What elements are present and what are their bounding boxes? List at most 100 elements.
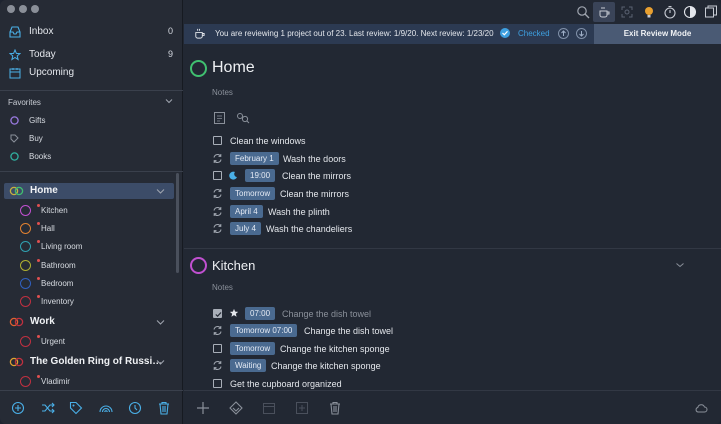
date-badge[interactable]: July 4	[230, 222, 261, 235]
sidebar-subproject-kitchen[interactable]: Kitchen	[0, 202, 175, 218]
task-checkbox[interactable]	[213, 136, 222, 145]
previous-project-icon[interactable]	[558, 28, 569, 39]
favorite-item-buy[interactable]: Buy	[0, 131, 175, 147]
exit-review-mode-button[interactable]: Exit Review Mode	[594, 24, 721, 44]
task-title: Wash the doors	[283, 154, 346, 164]
date-badge[interactable]: Tomorrow 07:00	[230, 324, 298, 337]
trash-icon[interactable]	[157, 401, 171, 415]
repeat-icon[interactable]	[212, 153, 223, 164]
window-mode-icon[interactable]	[704, 5, 718, 19]
sidebar-subproject-inventory[interactable]: Inventory	[0, 293, 175, 309]
task-checkbox[interactable]	[213, 379, 222, 388]
trash-icon[interactable]	[328, 401, 342, 415]
cloud-sync-icon[interactable]	[694, 401, 708, 415]
project-circle-icon	[20, 260, 31, 271]
favorite-item-books[interactable]: Books	[0, 149, 175, 165]
star-icon	[229, 308, 239, 318]
sidebar-project-home[interactable]: Home	[4, 183, 174, 199]
review-coffee-icon[interactable]	[597, 5, 611, 19]
task-checkbox[interactable]	[213, 171, 222, 180]
sidebar-subproject-vladimir[interactable]: Vladimir	[0, 373, 175, 389]
shuffle-icon[interactable]	[41, 401, 55, 415]
task-row[interactable]: July 4 Wash the chandeliers	[212, 221, 682, 237]
chevron-down-icon[interactable]	[675, 261, 685, 269]
project-title: Kitchen	[212, 258, 256, 273]
sidebar-subproject-urgent[interactable]: Urgent	[0, 333, 175, 349]
zoom-window-button[interactable]	[31, 5, 39, 13]
calendar-icon[interactable]	[262, 401, 276, 415]
project-notes[interactable]: Notes	[212, 283, 233, 292]
main-footer	[184, 390, 721, 424]
task-row[interactable]: Tomorrow Change the kitchen sponge	[212, 341, 682, 357]
search-icon[interactable]	[576, 5, 590, 19]
divider	[0, 90, 183, 91]
date-badge[interactable]: April 4	[230, 205, 263, 218]
repeat-icon[interactable]	[212, 188, 223, 199]
chevron-down-icon[interactable]	[156, 187, 165, 195]
sidebar-subproject-bedroom[interactable]: Bedroom	[0, 275, 175, 291]
sidebar-subproject-hall[interactable]: Hall	[0, 220, 175, 236]
repeat-icon[interactable]	[212, 325, 223, 336]
task-checkbox-checked[interactable]	[213, 309, 222, 318]
add-project-icon[interactable]	[11, 401, 25, 415]
flag-dot	[37, 259, 40, 262]
chevron-down-icon[interactable]	[156, 358, 165, 366]
stopwatch-icon[interactable]	[663, 5, 677, 19]
inbox-icon	[9, 26, 21, 38]
project-progress-icon[interactable]	[190, 60, 207, 77]
sidebar-item-upcoming[interactable]: Upcoming	[0, 64, 183, 82]
sidebar-project-golden-ring[interactable]: The Golden Ring of Russi…	[4, 354, 174, 370]
lightbulb-icon[interactable]	[642, 5, 656, 19]
time-badge[interactable]: 07:00	[245, 307, 276, 320]
task-checkbox[interactable]	[213, 344, 222, 353]
task-row[interactable]: Tomorrow 07:00 Change the dish towel	[212, 323, 682, 339]
status-badge[interactable]: Waiting	[230, 359, 267, 372]
chevron-down-icon[interactable]	[165, 97, 173, 105]
chevron-down-icon[interactable]	[156, 318, 165, 326]
flag-dot	[37, 375, 40, 378]
rainbow-icon[interactable]	[99, 401, 113, 415]
add-task-icon[interactable]	[196, 401, 210, 415]
date-badge[interactable]: Tomorrow	[230, 342, 276, 355]
task-row[interactable]: Clean the windows	[212, 133, 682, 149]
date-badge[interactable]: February 1	[230, 152, 279, 165]
project-progress-icon[interactable]	[190, 257, 207, 274]
stack-icon[interactable]	[229, 401, 243, 415]
task-row[interactable]: 07:00 Change the dish towel	[212, 306, 682, 322]
contrast-icon[interactable]	[683, 5, 697, 19]
sidebar-item-label: Today	[29, 49, 56, 60]
task-row[interactable]: Waiting Change the kitchen sponge	[212, 358, 682, 374]
note-icon[interactable]	[214, 112, 225, 124]
move-icon[interactable]	[295, 401, 309, 415]
link-search-icon[interactable]	[236, 112, 250, 124]
task-row[interactable]: 19:00 Clean the mirrors	[212, 168, 682, 184]
review-coffee-icon	[193, 27, 206, 40]
focus-icon[interactable]	[620, 5, 634, 19]
task-row[interactable]: April 4 Wash the plinth	[212, 204, 682, 220]
tag-icon[interactable]	[69, 401, 83, 415]
task-row[interactable]: Tomorrow Clean the mirrors	[212, 186, 682, 202]
time-badge[interactable]: 19:00	[245, 169, 276, 182]
sidebar-scrollbar[interactable]	[176, 173, 179, 273]
sidebar-subproject-bathroom[interactable]: Bathroom	[0, 257, 175, 273]
sidebar-item-inbox[interactable]: Inbox 0	[0, 23, 183, 41]
project-circle-icon	[20, 376, 31, 387]
close-window-button[interactable]	[7, 5, 15, 13]
next-project-icon[interactable]	[576, 28, 587, 39]
checked-label[interactable]: Checked	[518, 29, 550, 38]
favorite-item-gifts[interactable]: Gifts	[0, 113, 175, 129]
date-badge[interactable]: Tomorrow	[230, 187, 276, 200]
sidebar-item-label: Inbox	[29, 26, 54, 37]
sidebar-project-work[interactable]: Work	[4, 314, 174, 330]
project-notes[interactable]: Notes	[212, 88, 233, 97]
repeat-icon[interactable]	[212, 360, 223, 371]
task-title: Change the kitchen sponge	[271, 361, 381, 371]
repeat-icon[interactable]	[212, 223, 223, 234]
flag-dot	[37, 204, 40, 207]
minimize-window-button[interactable]	[19, 5, 27, 13]
repeat-icon[interactable]	[212, 206, 223, 217]
sidebar-subproject-living-room[interactable]: Living room	[0, 238, 175, 254]
sidebar-item-today[interactable]: Today 9	[0, 46, 183, 64]
task-row[interactable]: February 1 Wash the doors	[212, 151, 682, 167]
history-icon[interactable]	[128, 401, 142, 415]
